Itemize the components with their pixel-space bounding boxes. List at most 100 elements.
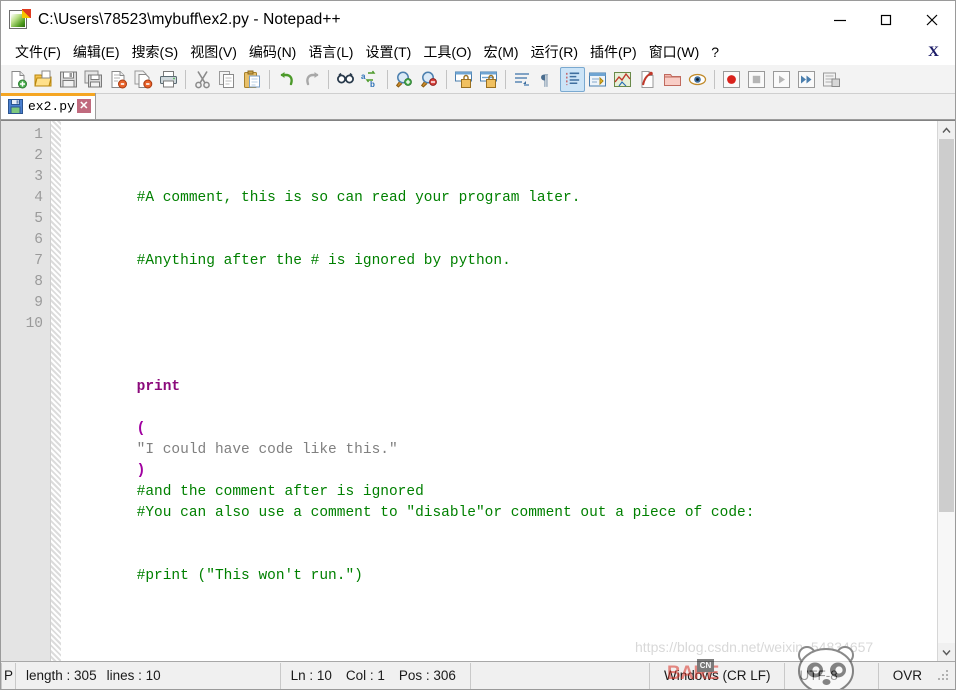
save-all-icon[interactable] xyxy=(81,67,106,92)
close-button[interactable] xyxy=(909,1,955,39)
menu-macro[interactable]: 宏(M) xyxy=(478,40,525,64)
cut-icon[interactable] xyxy=(190,67,215,92)
fold-margin[interactable] xyxy=(51,121,61,661)
status-encoding[interactable]: UTF-8 xyxy=(785,662,879,689)
menu-encoding[interactable]: 编码(N) xyxy=(243,40,302,64)
menu-help[interactable]: ? xyxy=(705,40,725,64)
menu-view[interactable]: 视图(V) xyxy=(184,40,243,64)
menu-plugins[interactable]: 插件(P) xyxy=(584,40,643,64)
function-list-icon[interactable] xyxy=(635,67,660,92)
line-number: 5 xyxy=(34,211,43,227)
copy-icon[interactable] xyxy=(215,67,240,92)
replace-icon[interactable]: a b xyxy=(358,67,383,92)
indent-guide-icon[interactable] xyxy=(560,66,585,92)
macro-play-multiple-icon[interactable] xyxy=(794,67,819,92)
toolbar-separator xyxy=(185,69,186,89)
user-defined-dialog-icon[interactable] xyxy=(585,67,610,92)
line-number: 1 xyxy=(34,127,43,143)
menu-language[interactable]: 语言(L) xyxy=(302,40,359,64)
scroll-down-arrow-icon[interactable] xyxy=(938,643,955,661)
status-col: Col : 1 xyxy=(345,668,385,683)
menu-window[interactable]: 窗口(W) xyxy=(643,40,706,64)
macro-stop-icon[interactable] xyxy=(744,67,769,92)
toolbar: a b ¶ xyxy=(1,65,955,94)
status-eol[interactable]: Windows (CR LF) xyxy=(650,662,786,689)
title-bar: C:\Users\78523\mybuff\ex2.py - Notepad++ xyxy=(1,1,955,39)
menu-settings[interactable]: 设置(T) xyxy=(359,40,417,64)
show-all-characters-icon[interactable]: ¶ xyxy=(535,67,560,92)
zoom-out-icon[interactable] xyxy=(417,67,442,92)
status-doc-type: P xyxy=(1,662,17,689)
status-pos: Pos : 306 xyxy=(389,662,471,689)
line-number: 7 xyxy=(34,253,43,269)
window-title: C:\Users\78523\mybuff\ex2.py - Notepad++ xyxy=(38,10,341,28)
paste-icon[interactable] xyxy=(240,67,265,92)
svg-text:¶: ¶ xyxy=(541,72,549,89)
sync-vertical-scroll-icon[interactable] xyxy=(451,67,476,92)
scroll-up-arrow-icon[interactable] xyxy=(938,121,955,139)
code-line-1: #A comment, this is so can read your pro… xyxy=(67,167,937,206)
sync-horizontal-scroll-icon[interactable] xyxy=(476,67,501,92)
tab-ex2-py[interactable]: ex2.py ✕ xyxy=(1,93,96,119)
menu-file[interactable]: 文件(F) xyxy=(9,40,67,64)
toolbar-separator xyxy=(387,69,388,89)
scrollbar-track[interactable] xyxy=(938,139,955,643)
code-line-6: #You can also use a comment to "disable"… xyxy=(67,482,937,521)
save-icon[interactable] xyxy=(56,67,81,92)
line-number: 3 xyxy=(34,169,43,185)
status-length: length : 305 xyxy=(26,668,97,683)
code-line-7: #print ("This won't run.") xyxy=(67,545,937,584)
menu-search[interactable]: 搜索(S) xyxy=(126,40,185,64)
line-number: 9 xyxy=(34,295,43,311)
undo-icon[interactable] xyxy=(274,67,299,92)
resize-grip[interactable] xyxy=(936,667,952,684)
maximize-button[interactable] xyxy=(863,1,909,39)
line-number: 2 xyxy=(34,148,43,164)
code-line-4: print ( "I could have code like this." )… xyxy=(67,356,937,500)
tab-label: ex2.py xyxy=(28,98,75,114)
close-document-button[interactable]: X xyxy=(928,44,939,61)
document-map-icon[interactable] xyxy=(610,67,635,92)
editor-area: 1 2 3 4 5 6 7 8 9 10 #A comment, this is… xyxy=(1,120,955,661)
svg-text:b: b xyxy=(370,80,375,89)
toolbar-separator xyxy=(505,69,506,89)
line-number: 10 xyxy=(25,316,43,332)
menu-run[interactable]: 运行(R) xyxy=(525,40,584,64)
vertical-scrollbar[interactable] xyxy=(937,121,955,661)
print-icon[interactable] xyxy=(156,67,181,92)
code-text-area[interactable]: #A comment, this is so can read your pro… xyxy=(61,121,937,661)
word-wrap-icon[interactable] xyxy=(510,67,535,92)
notepad-plus-plus-icon xyxy=(8,8,31,31)
close-all-files-icon[interactable] xyxy=(131,67,156,92)
open-file-icon[interactable] xyxy=(31,67,56,92)
menu-tools[interactable]: 工具(O) xyxy=(417,40,477,64)
saved-document-icon xyxy=(8,98,23,114)
notepad-plus-plus-window: C:\Users\78523\mybuff\ex2.py - Notepad++… xyxy=(0,0,956,690)
macro-save-icon[interactable] xyxy=(819,67,844,92)
line-number: 8 xyxy=(34,274,43,290)
code-token-comment: #A comment, this is so can read your pro… xyxy=(136,190,581,206)
status-ln: Ln : 10 xyxy=(290,668,332,683)
macro-record-icon[interactable] xyxy=(719,67,744,92)
menu-edit[interactable]: 编辑(E) xyxy=(67,40,126,64)
macro-play-icon[interactable] xyxy=(769,67,794,92)
svg-text:a: a xyxy=(361,72,366,81)
tab-close-icon[interactable]: ✕ xyxy=(76,99,91,113)
code-token-comment: #You can also use a comment to "disable"… xyxy=(136,505,755,521)
toolbar-separator xyxy=(328,69,329,89)
code-line-2: #Anything after the # is ignored by pyth… xyxy=(67,230,937,269)
close-file-icon[interactable] xyxy=(106,67,131,92)
redo-icon[interactable] xyxy=(299,67,324,92)
find-icon[interactable] xyxy=(333,67,358,92)
new-file-icon[interactable] xyxy=(6,67,31,92)
status-bar: P length : 305 lines : 10 Ln : 10 Col : … xyxy=(1,639,955,689)
scrollbar-thumb[interactable] xyxy=(939,139,954,512)
folder-as-workspace-icon[interactable] xyxy=(660,67,685,92)
monitoring-icon[interactable] xyxy=(685,67,710,92)
line-number: 4 xyxy=(34,190,43,206)
zoom-in-icon[interactable] xyxy=(392,67,417,92)
status-insert-mode[interactable]: OVR xyxy=(879,663,936,689)
minimize-button[interactable] xyxy=(817,1,863,39)
